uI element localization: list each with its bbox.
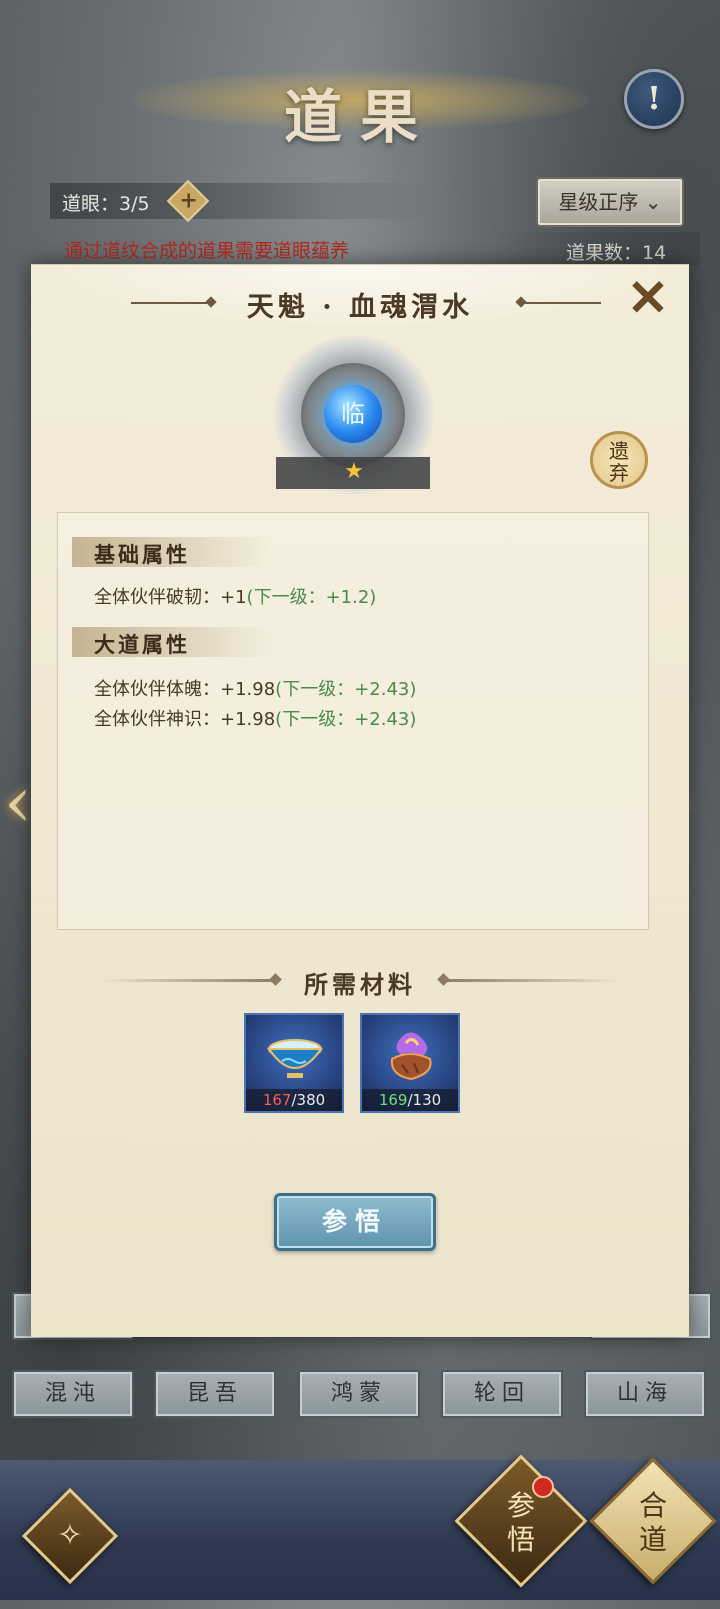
comprehend-button[interactable]: 参悟	[274, 1193, 436, 1251]
tab-kunwu[interactable]: 昆吾	[154, 1370, 276, 1418]
tab-hongmeng[interactable]: 鸿蒙	[298, 1370, 420, 1418]
merge-nav-label: 合 道	[638, 1489, 667, 1556]
bowl-icon	[267, 1039, 323, 1078]
flame-stone-icon	[390, 1032, 432, 1081]
tabs-row-2: 混沌 昆吾 鸿蒙 轮回 山海	[12, 1370, 708, 1418]
material-need: /380	[291, 1091, 326, 1109]
eye-count-label: 道眼：3/5	[62, 193, 150, 215]
fruit-detail-modal: 天魁 · 血魂渭水 ✕ 临 ★ 遗弃 基础属性 全体伙伴破韧：+1(下一级：+1…	[31, 264, 689, 1337]
material-need: /130	[407, 1091, 442, 1109]
star-icon: ★	[344, 459, 364, 484]
modal-title: 天魁 · 血魂渭水	[246, 292, 474, 323]
discard-button[interactable]: 遗弃	[590, 431, 648, 489]
attr-line: 全体伙伴神识：+1.98(下一级：+2.43)	[94, 705, 416, 731]
attribute-panel: 基础属性 全体伙伴破韧：+1(下一级：+1.2) 大道属性 全体伙伴体魄：+1.…	[57, 512, 649, 930]
attr-line: 全体伙伴体魄：+1.98(下一级：+2.43)	[94, 675, 416, 701]
attr-next-value: (下一级：+1.2)	[246, 587, 377, 608]
attr-line: 全体伙伴破韧：+1(下一级：+1.2)	[94, 583, 376, 609]
close-icon[interactable]: ✕	[621, 271, 675, 325]
attr-next-value: (下一级：+2.43)	[275, 709, 417, 730]
warning-text: 通过道纹合成的道果需要道眼蕴养	[64, 240, 350, 262]
sort-button[interactable]: 星级正序 ⌄	[536, 177, 684, 227]
basic-attr-heading: 基础属性	[94, 542, 190, 567]
tab-shanhai[interactable]: 山海	[584, 1370, 706, 1418]
notification-dot	[532, 1476, 554, 1498]
material-count: 169/130	[362, 1089, 458, 1111]
material-slot-flame-stone[interactable]: 169/130	[360, 1013, 460, 1113]
plus-icon: +	[179, 187, 198, 214]
attr-next-value: (下一级：+2.43)	[275, 679, 417, 700]
dao-attr-heading: 大道属性	[94, 632, 190, 657]
material-slot-bowl[interactable]: 167/380	[244, 1013, 344, 1113]
fruit-count: 道果数：14	[566, 242, 667, 264]
info-icon[interactable]: !	[624, 69, 684, 129]
tab-lunhui[interactable]: 轮回	[441, 1370, 563, 1418]
page-title: 道果	[283, 83, 436, 151]
title-divider-right	[521, 302, 601, 304]
dao-fruit-gem-icon: 临	[324, 385, 382, 443]
sort-label: 星级正序	[558, 190, 639, 214]
material-have: 169	[378, 1091, 408, 1109]
material-have: 167	[262, 1091, 292, 1109]
chevron-down-icon: ⌄	[644, 190, 662, 214]
materials-heading: 所需材料	[304, 970, 416, 999]
header: 道果	[0, 50, 720, 151]
attr-value: 全体伙伴破韧：+1	[94, 587, 247, 608]
tab-chaos[interactable]: 混沌	[12, 1370, 134, 1418]
materials-divider-right	[443, 979, 621, 982]
material-count: 167/380	[246, 1089, 342, 1111]
discard-label: 遗弃	[609, 439, 629, 485]
attr-value: 全体伙伴体魄：+1.98	[94, 679, 276, 700]
attr-value: 全体伙伴神识：+1.98	[94, 709, 276, 730]
